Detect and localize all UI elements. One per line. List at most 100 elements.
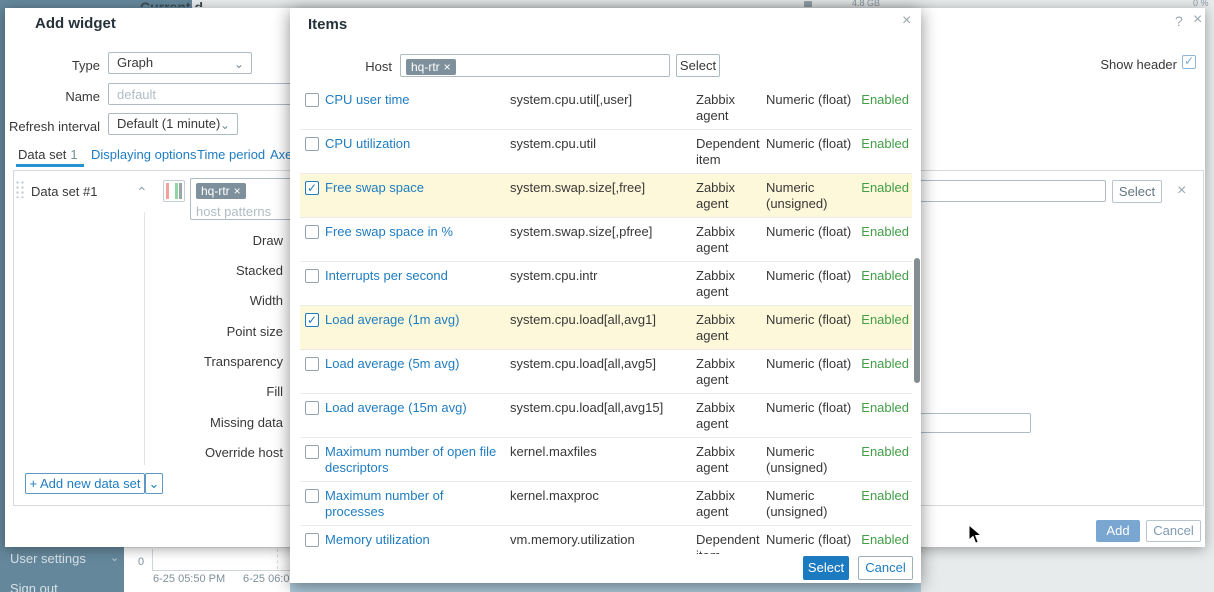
item-checkbox[interactable]	[305, 93, 319, 107]
add-new-data-set-button[interactable]: + Add new data set	[25, 473, 145, 494]
item-checkbox[interactable]	[305, 180, 319, 196]
item-checkbox[interactable]	[305, 269, 319, 283]
item-name-link[interactable]: Load average (15m avg)	[325, 400, 497, 416]
add-button[interactable]: Add	[1096, 520, 1140, 542]
host-select-button[interactable]: Select	[676, 54, 720, 77]
item-name-link[interactable]: Memory utilization	[325, 532, 497, 548]
item-name-link[interactable]: Load average (5m avg)	[325, 356, 497, 372]
item-status-badge: Enabled	[861, 444, 909, 459]
host-label: Host	[365, 59, 392, 74]
item-row: CPU user time system.cpu.util[,user] Zab…	[300, 86, 912, 130]
drag-handle-icon[interactable]	[15, 180, 24, 198]
item-checkbox[interactable]	[305, 137, 319, 151]
item-checkbox[interactable]	[305, 357, 319, 371]
item-key: kernel.maxproc	[510, 488, 599, 503]
item-key: system.cpu.load[all,avg15]	[510, 400, 664, 415]
item-patterns-select-button[interactable]: Select	[1112, 180, 1162, 203]
form-input[interactable]	[908, 413, 1031, 433]
remove-data-set-icon[interactable]: ×	[1177, 183, 1186, 199]
graph-y-axis	[152, 549, 153, 570]
item-name-link[interactable]: Interrupts per second	[325, 268, 497, 284]
item-key: vm.memory.utilization	[510, 532, 635, 547]
tab-data-set[interactable]: Data set 1	[18, 147, 78, 162]
item-checkbox[interactable]	[305, 445, 319, 459]
item-row: Load average (5m avg) system.cpu.load[al…	[300, 350, 912, 394]
screen: User settings ⌄ Sign out Current d 4.8 G…	[0, 0, 1214, 592]
cpu-stat-sliver: 0 %	[1193, 0, 1209, 8]
item-type: Numeric (float)	[766, 356, 852, 371]
widget-icon-sliver	[804, 1, 812, 7]
modal-cancel-button[interactable]: Cancel	[858, 556, 913, 580]
item-name-link[interactable]: Maximum number of processes	[325, 488, 497, 520]
sidebar-item-user-settings[interactable]: User settings	[10, 551, 86, 566]
host-patterns-input[interactable]: hq-rtr × host patterns	[190, 178, 302, 220]
item-status-badge: Enabled	[861, 136, 909, 151]
close-icon[interactable]: ×	[902, 13, 911, 29]
item-name-link[interactable]: Maximum number of open file descriptors	[325, 444, 497, 476]
item-name-link[interactable]: Load average (1m avg)	[325, 312, 497, 328]
sidebar-item-sign-out[interactable]: Sign out	[10, 581, 58, 592]
item-status-badge: Enabled	[861, 400, 909, 415]
chevron-up-icon[interactable]: ⌃	[136, 184, 148, 201]
item-checkbox[interactable]	[305, 489, 319, 503]
show-header-checkbox[interactable]	[1182, 54, 1196, 69]
item-source: Dependent item	[696, 532, 760, 554]
item-status-badge: Enabled	[861, 312, 909, 327]
item-row: Maximum number of open file descriptors …	[300, 438, 912, 482]
item-key: system.cpu.util	[510, 136, 596, 151]
item-type: Numeric (float)	[766, 268, 852, 283]
help-icon[interactable]: ?	[1175, 13, 1183, 29]
item-checkbox[interactable]	[305, 533, 319, 547]
scrollbar-thumb[interactable]	[914, 258, 920, 383]
item-status-badge: Enabled	[861, 268, 909, 283]
tab-time-period[interactable]: Time period	[197, 147, 265, 162]
item-type: Numeric (float)	[766, 136, 852, 151]
data-set-title: Data set #1	[31, 184, 98, 199]
refresh-interval-value: Default (1 minute)	[117, 116, 221, 131]
missing-data-label: Missing data	[210, 415, 283, 430]
item-row: Memory utilization vm.memory.utilization…	[300, 526, 912, 554]
item-type: Numeric (unsigned)	[766, 444, 828, 475]
item-checkbox[interactable]	[305, 225, 319, 239]
item-row: Maximum number of processes kernel.maxpr…	[300, 482, 912, 526]
chevron-down-icon: ⌄	[219, 118, 230, 132]
item-name-link[interactable]: CPU user time	[325, 92, 497, 108]
chevron-down-icon: ⌄	[233, 57, 244, 71]
item-type: Numeric (float)	[766, 224, 852, 239]
item-type: Numeric (float)	[766, 400, 852, 415]
close-icon[interactable]: ×	[1193, 12, 1202, 28]
chip-remove-icon[interactable]: ×	[234, 184, 241, 198]
item-checkbox[interactable]	[305, 401, 319, 415]
panel-divider	[144, 212, 145, 465]
item-name-link[interactable]: Free swap space	[325, 180, 497, 196]
items-modal-title: Items	[308, 16, 348, 33]
transparency-label: Transparency	[204, 354, 283, 369]
chip-remove-icon[interactable]: ×	[444, 60, 451, 74]
fill-label: Fill	[266, 384, 283, 399]
graph-y-zero-label: 0	[138, 556, 145, 568]
override-host-label: Override host	[204, 445, 283, 460]
tab-displaying-options[interactable]: Displaying options	[91, 147, 197, 162]
item-source: Zabbix agent	[696, 488, 736, 519]
host-filter-input[interactable]: hq-rtr ×	[400, 54, 670, 77]
select-button[interactable]: Select	[803, 556, 849, 580]
host-chip: hq-rtr ×	[196, 183, 246, 199]
item-name-link[interactable]: CPU utilization	[325, 136, 497, 152]
memory-stat-sliver: 4.8 GB	[852, 0, 881, 8]
color-palette-swatch[interactable]	[163, 180, 185, 202]
dialog-title: Add widget	[35, 15, 116, 32]
item-status-badge: Enabled	[861, 532, 909, 547]
cancel-button[interactable]: Cancel	[1146, 520, 1201, 542]
graph-gridline	[277, 549, 278, 569]
item-key: system.cpu.load[all,avg5]	[510, 356, 656, 371]
item-row: Load average (1m avg) system.cpu.load[al…	[300, 306, 912, 350]
item-name-link[interactable]: Free swap space in %	[325, 224, 497, 240]
item-row: Free swap space system.swap.size[,free] …	[300, 174, 912, 218]
item-key: system.cpu.util[,user]	[510, 92, 633, 107]
item-row: CPU utilization system.cpu.util Dependen…	[300, 130, 912, 174]
item-source: Zabbix agent	[696, 92, 736, 123]
type-select[interactable]: Graph ⌄	[108, 52, 252, 74]
item-checkbox[interactable]	[305, 312, 319, 328]
refresh-interval-select[interactable]: Default (1 minute) ⌄	[108, 113, 238, 135]
add-data-set-dropdown-button[interactable]: ⌄	[145, 473, 163, 494]
